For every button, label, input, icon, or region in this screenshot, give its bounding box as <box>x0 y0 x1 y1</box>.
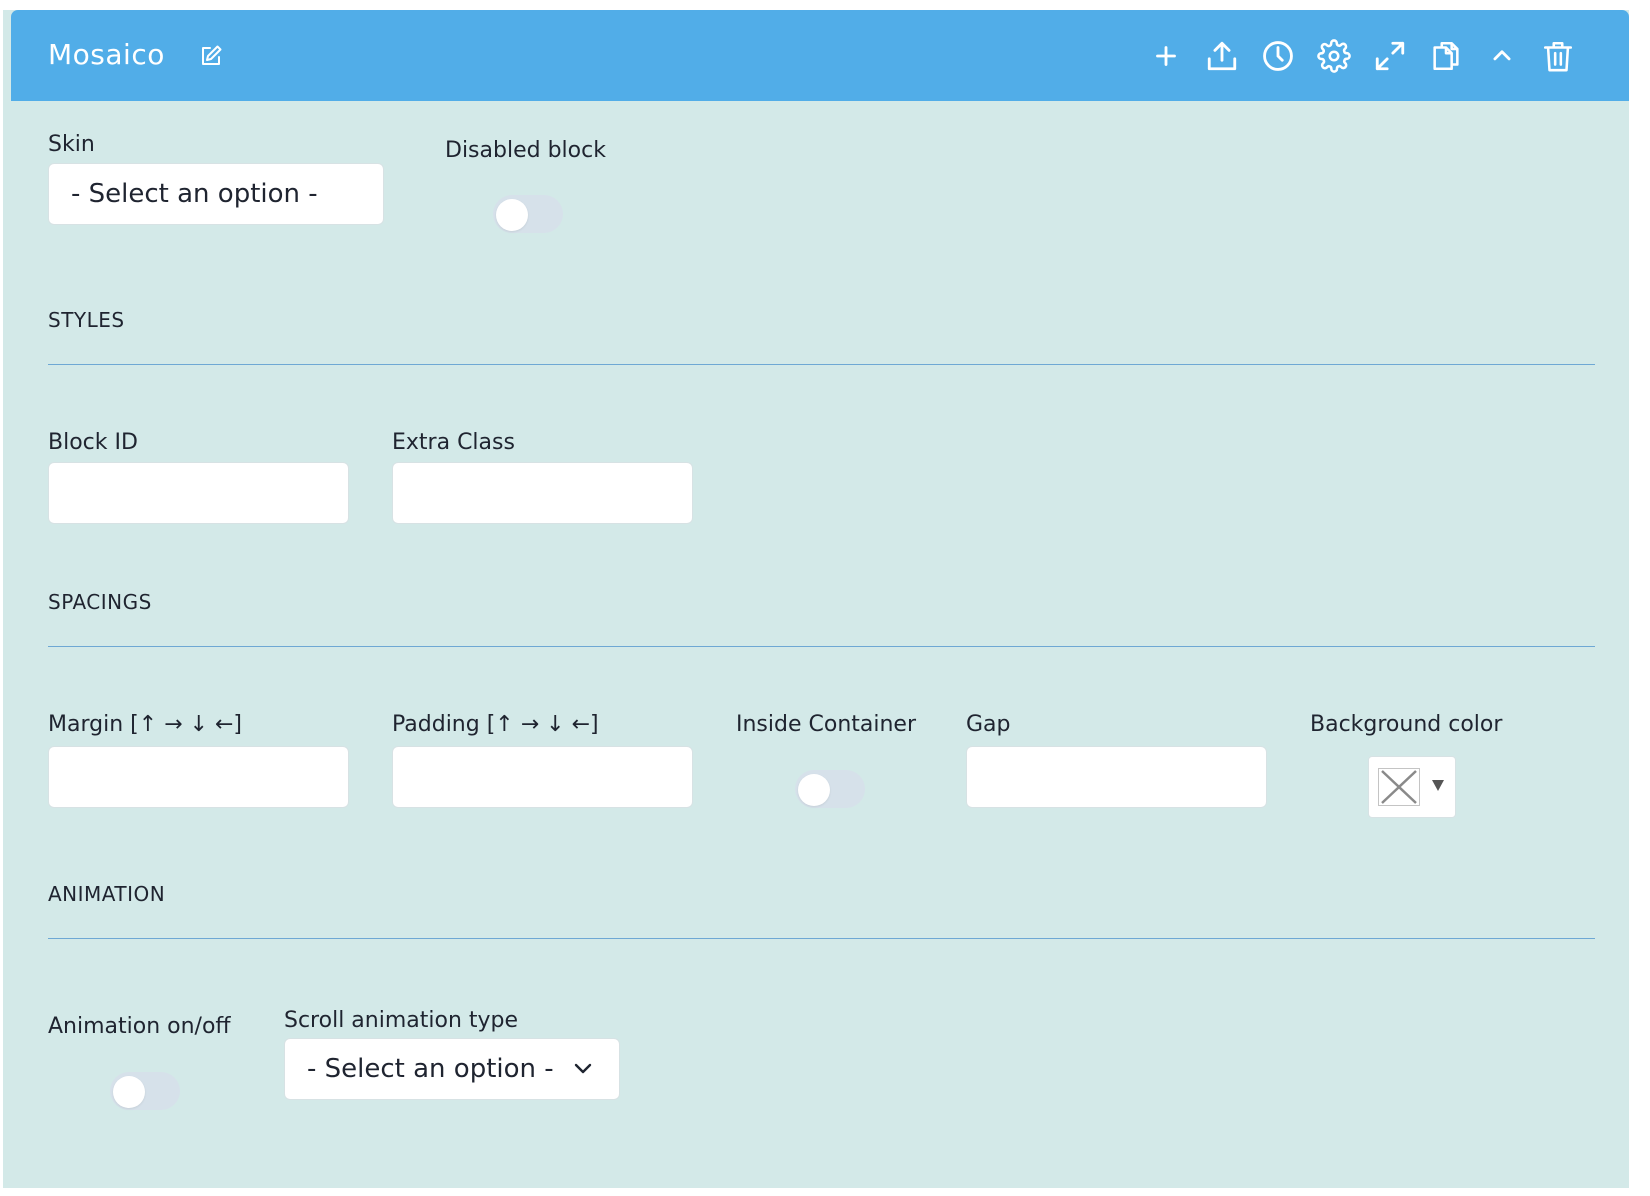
inside-container-label: Inside Container <box>736 712 917 737</box>
padding-input[interactable] <box>392 746 693 808</box>
background-color-label: Background color <box>1310 712 1503 737</box>
spacings-section-title: SPACINGS <box>48 590 152 614</box>
spacings-divider <box>48 646 1595 647</box>
gear-icon <box>1317 39 1351 73</box>
chevron-down-icon <box>574 1063 592 1074</box>
toggle-knob <box>496 199 528 231</box>
extra-class-input[interactable] <box>392 462 693 524</box>
plus-icon <box>1156 46 1176 66</box>
animation-onoff-toggle[interactable] <box>110 1072 180 1110</box>
clock-icon <box>1263 41 1293 71</box>
gap-input[interactable] <box>966 746 1267 808</box>
upload-icon <box>1207 41 1237 71</box>
edit-icon[interactable] <box>199 44 223 68</box>
toggle-knob <box>798 774 830 806</box>
duplicate-button[interactable] <box>1426 36 1466 76</box>
styles-divider <box>48 364 1595 365</box>
block-id-label: Block ID <box>48 430 138 455</box>
upload-button[interactable] <box>1202 36 1242 76</box>
block-header: Mosaico <box>11 10 1629 101</box>
no-color-swatch-icon <box>1378 768 1420 806</box>
styles-section-title: STYLES <box>48 308 125 332</box>
disabled-block-toggle[interactable] <box>493 195 563 233</box>
block-title: Mosaico <box>48 38 165 71</box>
add-button[interactable] <box>1146 36 1186 76</box>
copy-icon <box>1433 41 1459 71</box>
history-button[interactable] <box>1258 36 1298 76</box>
toggle-knob <box>113 1076 145 1108</box>
block-id-input[interactable] <box>48 462 349 524</box>
expand-icon <box>1375 41 1405 71</box>
skin-select[interactable]: - Select an option - <box>48 163 384 225</box>
scroll-animation-type-select[interactable]: - Select an option - <box>284 1038 620 1100</box>
block-panel: Mosaico Skin - Select an option - Disabl… <box>3 10 1629 1188</box>
chevron-up-icon <box>1493 50 1511 61</box>
expand-button[interactable] <box>1370 36 1410 76</box>
extra-class-label: Extra Class <box>392 430 515 455</box>
margin-label: Margin [↑ → ↓ ←] <box>48 712 243 737</box>
collapse-button[interactable] <box>1482 36 1522 76</box>
caret-down-icon <box>1432 780 1444 791</box>
settings-button[interactable] <box>1314 36 1354 76</box>
margin-input[interactable] <box>48 746 349 808</box>
animation-section-title: ANIMATION <box>48 882 166 906</box>
background-color-picker[interactable] <box>1368 756 1456 818</box>
trash-icon <box>1543 41 1573 72</box>
delete-button[interactable] <box>1538 36 1578 76</box>
animation-divider <box>48 938 1595 939</box>
disabled-block-label: Disabled block <box>445 138 606 163</box>
inside-container-toggle[interactable] <box>795 770 865 808</box>
skin-label: Skin <box>48 132 95 157</box>
padding-label: Padding [↑ → ↓ ←] <box>392 712 599 737</box>
animation-onoff-label: Animation on/off <box>48 1014 231 1039</box>
scroll-animation-type-label: Scroll animation type <box>284 1008 519 1033</box>
gap-label: Gap <box>966 712 1011 737</box>
scroll-animation-type-value: - Select an option - <box>307 1054 554 1084</box>
